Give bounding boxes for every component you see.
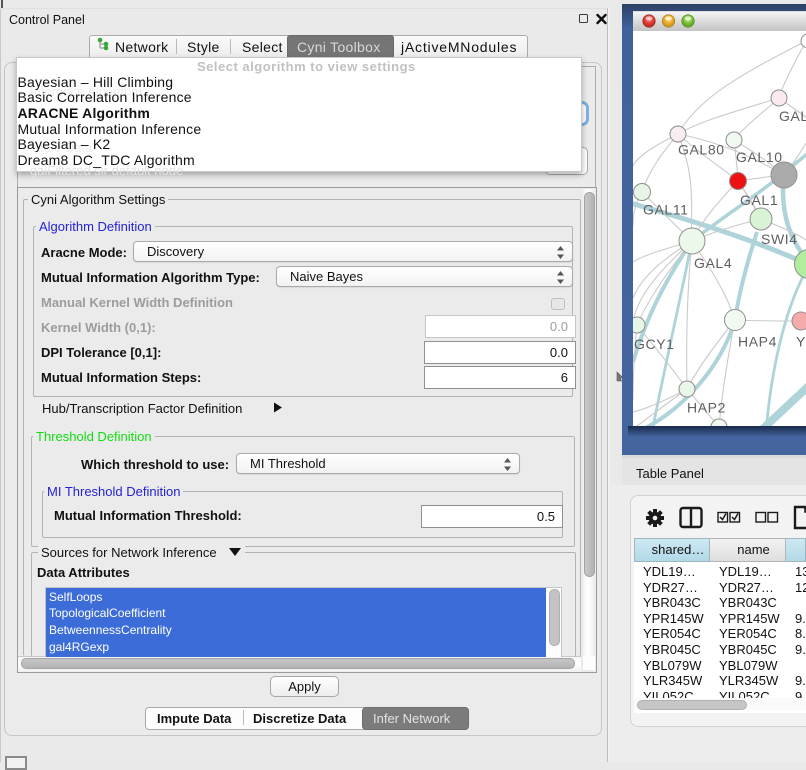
svg-text:GAL: GAL — [779, 108, 806, 124]
svg-text:GAL80: GAL80 — [678, 142, 725, 158]
svg-text:SWI4: SWI4 — [761, 231, 798, 247]
svg-text:GAL10: GAL10 — [736, 149, 783, 165]
svg-text:Y: Y — [796, 334, 806, 350]
svg-text:GAL11: GAL11 — [643, 202, 689, 218]
svg-text:HAP4: HAP4 — [738, 334, 777, 350]
svg-text:GAL1: GAL1 — [740, 192, 778, 208]
svg-text:HAP2: HAP2 — [687, 400, 726, 416]
svg-text:GAL4: GAL4 — [694, 255, 732, 271]
svg-text:GCY1: GCY1 — [634, 336, 675, 352]
